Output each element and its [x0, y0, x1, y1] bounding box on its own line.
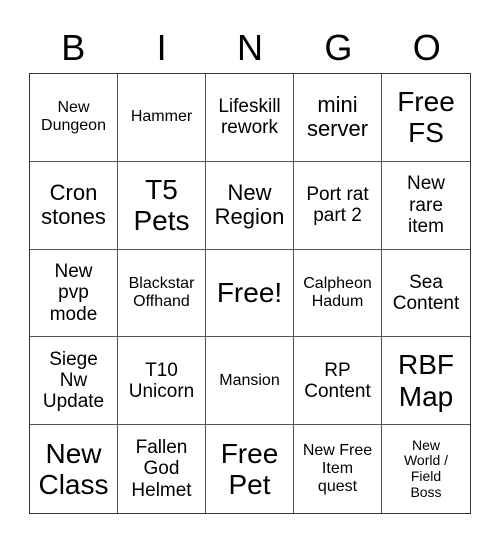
bingo-cell-free-space[interactable]: Free!	[206, 249, 294, 338]
bingo-cell-label: New World / Field Boss	[403, 436, 449, 500]
header-letter-i: I	[156, 27, 167, 68]
bingo-cell[interactable]: Port rat part 2	[294, 161, 382, 250]
bingo-cell[interactable]: Calpheon Hadum	[294, 249, 382, 338]
bingo-cell[interactable]: T5 Pets	[118, 161, 206, 250]
bingo-cell-label: Mansion	[219, 371, 280, 389]
bingo-cell[interactable]: Free FS	[382, 74, 470, 162]
bingo-cell[interactable]: Lifeskill rework	[206, 74, 294, 162]
bingo-cell[interactable]: Hammer	[118, 74, 206, 162]
bingo-cell-label: Hammer	[130, 108, 193, 126]
bingo-cell[interactable]: Siege Nw Update	[30, 337, 118, 426]
bingo-cell[interactable]: RBF Map	[382, 337, 470, 426]
bingo-cell-label: Blackstar Offhand	[128, 275, 195, 310]
bingo-cell-label: Free FS	[397, 86, 455, 149]
bingo-cell-label: New Class	[38, 437, 109, 501]
header-letter-o: O	[412, 27, 441, 68]
bingo-cell-label: New rare item	[406, 173, 445, 237]
header-letter-n: N	[236, 27, 263, 68]
bingo-cell[interactable]: T10 Unicorn	[118, 337, 206, 426]
bingo-cell-label: Free!	[216, 277, 283, 309]
bingo-cell-label: RP Content	[304, 359, 371, 402]
bingo-cell-label: Cron stones	[41, 179, 106, 230]
bingo-cell-label: New pvp mode	[49, 261, 98, 325]
bingo-cell[interactable]: New Free Item quest	[294, 425, 382, 513]
bingo-cell-label: Sea Content	[392, 271, 460, 314]
bingo-cell[interactable]: New World / Field Boss	[382, 425, 470, 513]
bingo-cell-label: T10 Unicorn	[128, 359, 195, 402]
bingo-cell-label: Fallen God Helmet	[131, 437, 192, 501]
bingo-cell-label: New Region	[214, 179, 285, 230]
bingo-cell[interactable]: New Dungeon	[30, 74, 118, 162]
bingo-cell-label: mini server	[306, 91, 369, 142]
bingo-cell[interactable]: New pvp mode	[30, 249, 118, 338]
bingo-cell[interactable]: Mansion	[206, 337, 294, 426]
bingo-cell-label: Siege Nw Update	[42, 348, 105, 413]
bingo-cell-label: New Dungeon	[41, 99, 106, 135]
bingo-cell[interactable]: New Region	[206, 161, 294, 250]
bingo-cell-label: Port rat part 2	[306, 183, 369, 227]
bingo-cell[interactable]: RP Content	[294, 337, 382, 426]
bingo-cell-label: RBF Map	[398, 349, 454, 412]
bingo-cell[interactable]: Blackstar Offhand	[118, 249, 206, 338]
bingo-cell[interactable]: Cron stones	[30, 161, 118, 250]
bingo-cell-label: Free Pet	[220, 437, 279, 501]
bingo-cell[interactable]: Fallen God Helmet	[118, 425, 206, 513]
bingo-cell[interactable]: New rare item	[382, 162, 470, 250]
bingo-cell-label: New Free Item quest	[302, 442, 373, 496]
bingo-grid: New Dungeon Hammer Lifeskill rework mini se…	[29, 73, 471, 514]
bingo-cell-label: Calpheon Hadum	[303, 275, 372, 310]
bingo-cell[interactable]: Free Pet	[206, 425, 294, 513]
bingo-cell-label: Lifeskill rework	[218, 96, 281, 139]
header-letter-g: G	[324, 27, 353, 68]
bingo-cell[interactable]: mini server	[294, 74, 382, 162]
header-letter-b: B	[61, 27, 86, 68]
bingo-header: B I N G O	[29, 26, 471, 70]
bingo-cell[interactable]: Sea Content	[382, 250, 470, 338]
bingo-cell[interactable]: New Class	[30, 425, 118, 513]
bingo-cell-label: T5 Pets	[133, 173, 190, 237]
